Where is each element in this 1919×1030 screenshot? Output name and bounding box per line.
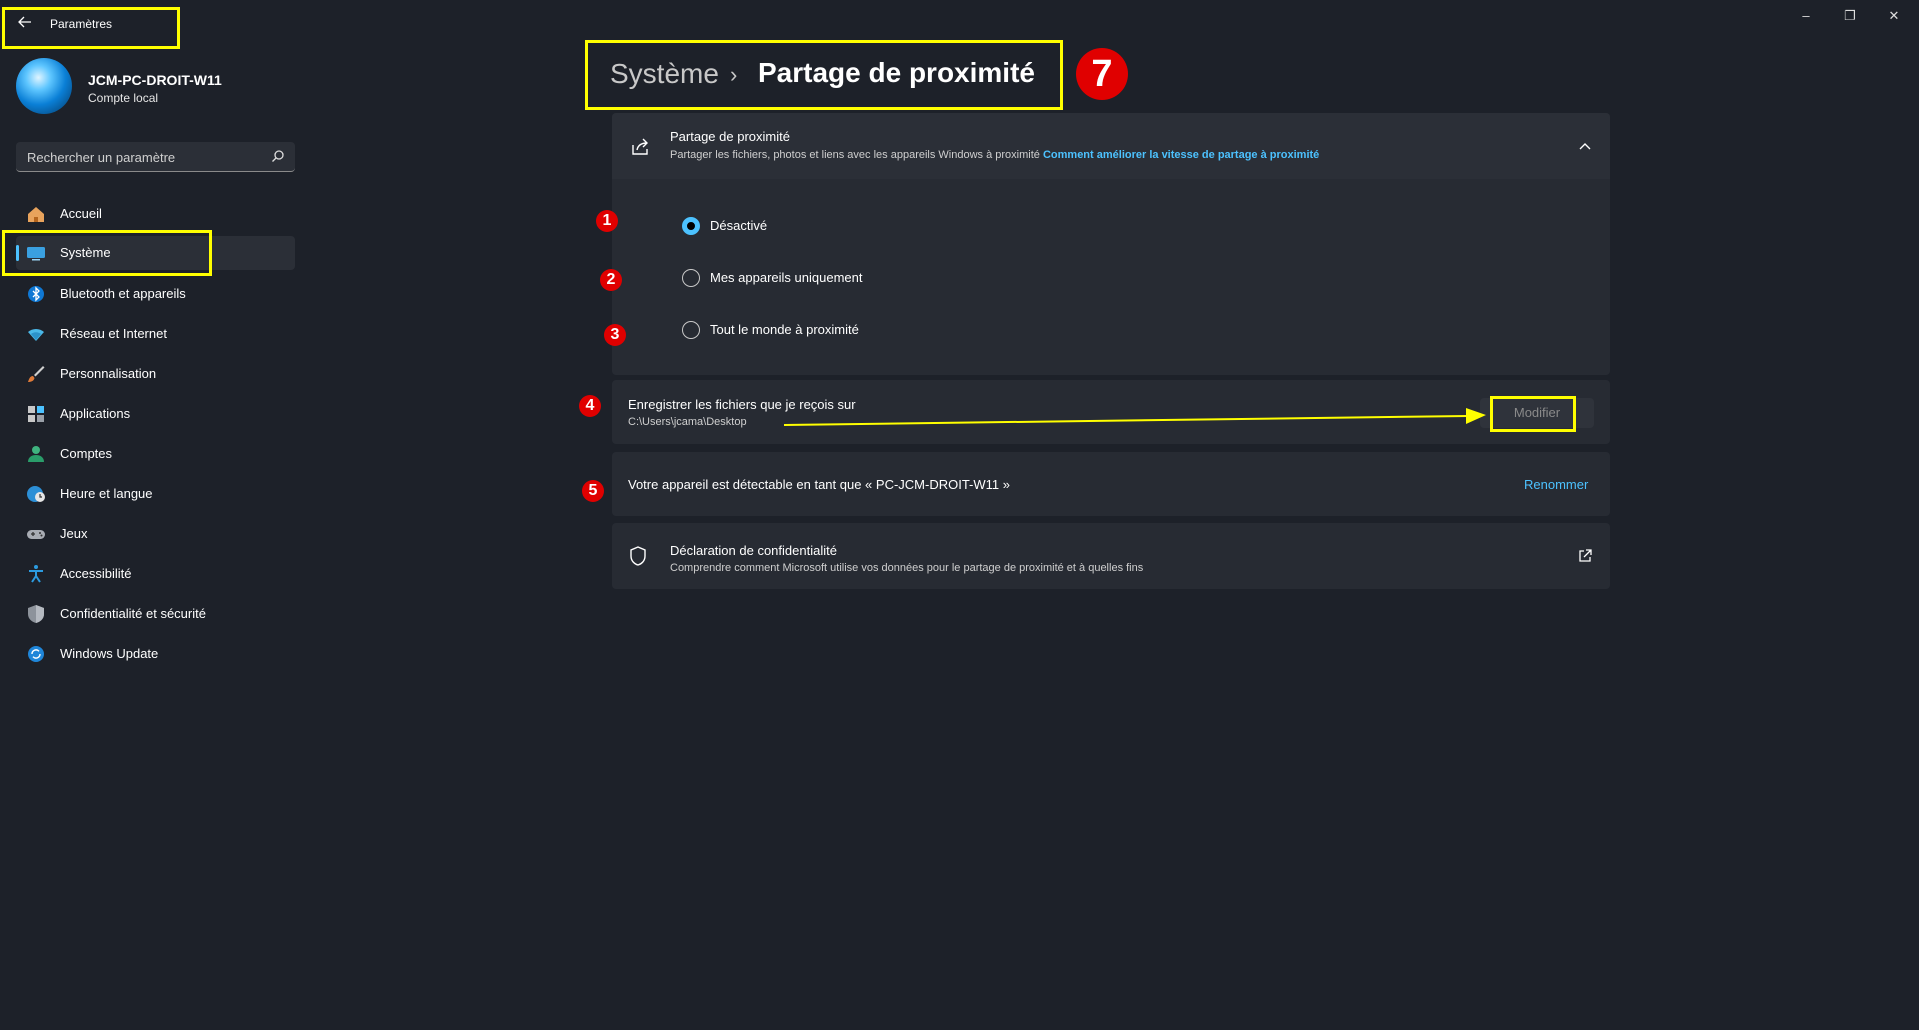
highlight-modifier-box xyxy=(1490,396,1576,432)
nearby-sharing-header[interactable]: Partage de proximité Partager les fichie… xyxy=(612,113,1610,179)
bluetooth-icon xyxy=(28,286,44,302)
pc-name: JCM-PC-DROIT-W11 xyxy=(88,72,222,88)
option-label: Tout le monde à proximité xyxy=(710,322,859,337)
annotation-badge-2: 2 xyxy=(600,269,622,291)
chevron-up-icon[interactable] xyxy=(1578,141,1592,151)
device-name-card: Votre appareil est détectable en tant qu… xyxy=(612,452,1610,516)
device-name-text: Votre appareil est détectable en tant qu… xyxy=(628,477,1010,492)
nearby-sharing-subtitle: Partager les fichiers, photos et liens a… xyxy=(670,149,1319,161)
sidebar-item-confidentialite[interactable]: Confidentialité et sécurité xyxy=(16,597,295,631)
renommer-link[interactable]: Renommer xyxy=(1524,477,1588,492)
nearby-sharing-card: Partage de proximité Partager les fichie… xyxy=(612,113,1610,375)
sidebar-item-label: Accessibilité xyxy=(60,566,132,581)
privacy-card[interactable]: Déclaration de confidentialité Comprendr… xyxy=(612,523,1610,589)
page-title: Partage de proximité xyxy=(758,57,1035,88)
sidebar-item-label: Jeux xyxy=(60,526,88,541)
gamepad-icon xyxy=(27,530,45,539)
privacy-subtitle: Comprendre comment Microsoft utilise vos… xyxy=(670,562,1144,574)
sidebar-item-accessibilite[interactable]: Accessibilité xyxy=(16,557,295,591)
update-icon xyxy=(28,646,44,662)
sidebar-item-bluetooth[interactable]: Bluetooth et appareils xyxy=(16,277,295,311)
sidebar-item-label: Confidentialité et sécurité xyxy=(60,606,206,621)
external-link-icon xyxy=(1579,549,1592,562)
breadcrumb-root[interactable]: Système xyxy=(610,58,719,90)
annotation-badge-3: 3 xyxy=(604,324,626,346)
annotation-badge-7: 7 xyxy=(1076,48,1128,100)
shield-icon xyxy=(630,546,646,566)
breadcrumb-separator: › xyxy=(730,62,738,87)
sidebar-item-comptes[interactable]: Comptes xyxy=(16,437,295,471)
option-label: Mes appareils uniquement xyxy=(710,270,863,285)
annotation-arrow xyxy=(783,408,1486,426)
close-button[interactable]: ✕ xyxy=(1874,6,1914,26)
sidebar-item-reseau[interactable]: Réseau et Internet xyxy=(16,317,295,351)
share-icon xyxy=(632,138,648,155)
annotation-badge-5: 5 xyxy=(582,480,604,502)
accessibility-icon xyxy=(29,565,43,583)
option-label: Désactivé xyxy=(710,218,768,233)
highlight-title-box xyxy=(2,7,180,49)
sidebar-item-label: Accueil xyxy=(60,206,102,221)
search-icon xyxy=(272,150,284,162)
sidebar-item-label: Personnalisation xyxy=(60,366,157,381)
option-desactive[interactable]: Désactivé xyxy=(670,214,970,238)
nearby-sharing-description: Partager les fichiers, photos et liens a… xyxy=(670,149,1040,161)
search-input[interactable]: Rechercher un paramètre xyxy=(16,142,295,172)
radio-tout-le-monde[interactable] xyxy=(682,321,700,339)
sidebar-item-windows-update[interactable]: Windows Update xyxy=(16,637,295,671)
sidebar-item-label: Bluetooth et appareils xyxy=(60,286,186,301)
sidebar-item-label: Réseau et Internet xyxy=(60,326,167,341)
privacy-title: Déclaration de confidentialité xyxy=(670,543,837,558)
avatar[interactable] xyxy=(16,58,72,114)
annotation-badge-1: 1 xyxy=(596,210,618,232)
sidebar-item-label: Applications xyxy=(60,406,131,421)
nearby-sharing-title: Partage de proximité xyxy=(670,129,790,144)
sidebar-item-heure[interactable]: Heure et langue xyxy=(16,477,295,511)
sidebar-item-label: Comptes xyxy=(60,446,113,461)
save-location-path: C:\Users\jcama\Desktop xyxy=(628,416,747,428)
sidebar-item-label: Windows Update xyxy=(60,646,159,661)
highlight-systeme-box xyxy=(2,230,212,276)
sidebar-item-applications[interactable]: Applications xyxy=(16,397,295,431)
option-mes-appareils[interactable]: Mes appareils uniquement xyxy=(670,266,970,290)
radio-mes-appareils[interactable] xyxy=(682,269,700,287)
minimize-button[interactable]: – xyxy=(1786,6,1826,26)
sidebar-item-personnalisation[interactable]: Personnalisation xyxy=(16,357,295,391)
radio-desactive[interactable] xyxy=(682,217,700,235)
sidebar-item-label: Heure et langue xyxy=(60,486,153,501)
globe-clock-icon xyxy=(27,486,45,502)
maximize-button[interactable]: ❐ xyxy=(1830,6,1870,26)
shield-icon xyxy=(28,605,44,623)
wifi-icon xyxy=(28,328,44,341)
sidebar-item-accueil[interactable]: Accueil xyxy=(16,197,295,231)
annotation-badge-4: 4 xyxy=(579,395,601,417)
account-type: Compte local xyxy=(88,91,159,105)
search-placeholder: Rechercher un paramètre xyxy=(27,150,176,165)
person-icon xyxy=(28,446,44,462)
option-tout-le-monde[interactable]: Tout le monde à proximité xyxy=(670,318,970,342)
speed-help-link[interactable]: Comment améliorer la vitesse de partage … xyxy=(1043,149,1319,161)
apps-icon xyxy=(28,406,44,422)
home-icon xyxy=(28,207,44,222)
sidebar-item-jeux[interactable]: Jeux xyxy=(16,517,295,551)
brush-icon xyxy=(28,366,45,382)
